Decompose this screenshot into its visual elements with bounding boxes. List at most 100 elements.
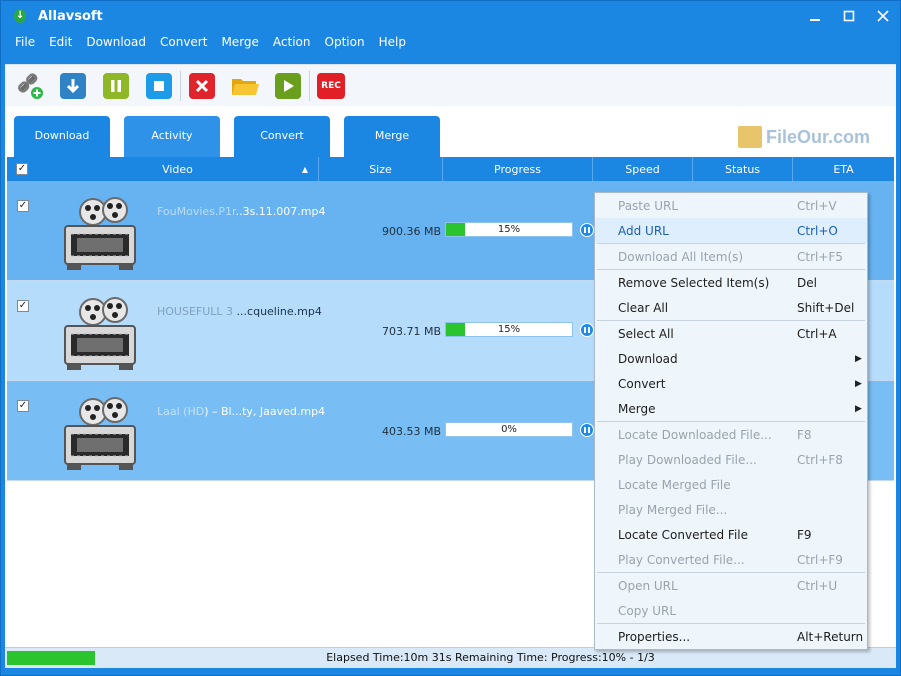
- column-status[interactable]: Status: [693, 157, 793, 181]
- toolbar-divider: [180, 70, 181, 101]
- video-thumbnail-icon: [64, 397, 136, 470]
- tab-download[interactable]: Download: [14, 116, 110, 161]
- context-menu-item-locate-converted-file[interactable]: Locate Converted File F9: [595, 522, 867, 547]
- pause-button[interactable]: [101, 71, 131, 101]
- menu-bar: File Edit Download Convert Merge Action …: [1, 32, 413, 54]
- delete-button[interactable]: [187, 71, 217, 101]
- file-name-visible: ) – Bl...ty, Jaaved.mp4: [204, 405, 326, 418]
- menu-edit[interactable]: Edit: [42, 32, 79, 54]
- minimize-icon: [810, 19, 820, 21]
- checkbox-check-icon: ✓: [18, 300, 28, 311]
- context-menu-item-open-url[interactable]: Open URL Ctrl+U: [595, 573, 867, 598]
- progress-text: 15%: [497, 224, 521, 235]
- menu-item-label: Properties...: [618, 629, 691, 644]
- menu-item-label: Locate Merged File: [618, 477, 731, 492]
- context-menu-item-download[interactable]: Download ▶: [595, 346, 867, 371]
- context-menu-item-download-all-item-s[interactable]: Download All Item(s) Ctrl+F5: [595, 244, 867, 269]
- menu-action[interactable]: Action: [266, 32, 318, 54]
- maximize-button[interactable]: [832, 1, 866, 31]
- close-button[interactable]: [866, 1, 900, 31]
- menu-file[interactable]: File: [1, 32, 42, 54]
- menu-item-label: Clear All: [618, 300, 669, 315]
- table-header: ✓ Video ▲ Size Progress Speed Status ETA: [7, 157, 894, 181]
- download-button[interactable]: [58, 71, 88, 101]
- column-progress[interactable]: Progress: [443, 157, 593, 181]
- context-menu-item-clear-all[interactable]: Clear All Shift+Del: [595, 295, 867, 320]
- row-checkbox[interactable]: ✓: [17, 300, 29, 312]
- menu-item-label: Download: [618, 351, 678, 366]
- video-thumbnail: [57, 390, 143, 476]
- menu-item-shortcut: Ctrl+A: [797, 326, 837, 341]
- menu-option[interactable]: Option: [318, 32, 372, 54]
- stop-icon: [146, 72, 172, 99]
- watermark-text: FileOur.com: [766, 126, 871, 147]
- open-folder-button[interactable]: [230, 71, 260, 101]
- menu-download[interactable]: Download: [79, 32, 153, 54]
- menu-convert[interactable]: Convert: [153, 32, 214, 54]
- context-menu-item-add-url[interactable]: Add URL Ctrl+O: [595, 218, 867, 243]
- row-pause-button[interactable]: [580, 423, 594, 437]
- video-thumbnail-icon: [64, 297, 136, 370]
- play-button[interactable]: [273, 71, 303, 101]
- context-menu-item-play-converted-file[interactable]: Play Converted File... Ctrl+F9: [595, 547, 867, 572]
- menu-item-shortcut: F8: [797, 427, 812, 442]
- delete-icon: [189, 72, 215, 99]
- tab-activity[interactable]: Activity: [124, 116, 220, 161]
- video-thumbnail-icon: [64, 197, 136, 270]
- file-name-blurred: Laal (HD: [157, 405, 205, 418]
- menu-item-label: Remove Selected Item(s): [618, 275, 770, 290]
- context-menu-item-convert[interactable]: Convert ▶: [595, 371, 867, 396]
- record-button[interactable]: REC: [316, 71, 346, 101]
- row-pause-button[interactable]: [580, 323, 594, 337]
- context-menu-item-select-all[interactable]: Select All Ctrl+A: [595, 321, 867, 346]
- select-all-checkbox[interactable]: ✓: [7, 157, 37, 181]
- watermark-box-icon: [738, 126, 762, 148]
- context-menu-item-play-merged-file[interactable]: Play Merged File...: [595, 497, 867, 522]
- minimize-button[interactable]: [798, 1, 832, 31]
- app-window: ↓ Allavsoft File Edit Download Convert M…: [0, 0, 901, 676]
- context-menu-item-paste-url[interactable]: Paste URL Ctrl+V: [595, 193, 867, 218]
- menu-item-label: Locate Downloaded File...: [618, 427, 772, 442]
- add-url-button[interactable]: [15, 71, 45, 101]
- menu-item-shortcut: F9: [797, 527, 812, 542]
- tab-convert[interactable]: Convert: [234, 116, 330, 161]
- tab-bar: Download Activity Convert Merge: [14, 116, 454, 161]
- menu-item-shortcut: Ctrl+V: [797, 198, 837, 213]
- stop-button[interactable]: [144, 71, 174, 101]
- row-checkbox[interactable]: ✓: [17, 400, 29, 412]
- context-menu-item-locate-merged-file[interactable]: Locate Merged File: [595, 472, 867, 497]
- progress-text: 0%: [501, 424, 517, 435]
- video-thumbnail: [57, 190, 143, 276]
- menu-item-label: Locate Converted File: [618, 527, 749, 542]
- context-menu-item-properties[interactable]: Properties... Alt+Return: [595, 624, 867, 649]
- column-video[interactable]: Video ▲: [37, 157, 319, 181]
- menu-item-label: Play Downloaded File...: [618, 452, 757, 467]
- row-checkbox[interactable]: ✓: [17, 200, 29, 212]
- progress-bar: 15%: [445, 322, 573, 337]
- row-pause-button[interactable]: [580, 223, 594, 237]
- column-speed[interactable]: Speed: [593, 157, 693, 181]
- app-logo-icon: ↓: [14, 9, 26, 23]
- progress-bar: 0%: [445, 422, 573, 437]
- context-menu-item-merge[interactable]: Merge ▶: [595, 396, 867, 421]
- progress-text: 15%: [497, 324, 521, 335]
- menu-item-shortcut: Shift+Del: [797, 300, 855, 315]
- pause-icon: [103, 72, 129, 99]
- menu-item-shortcut: Ctrl+F8: [797, 452, 843, 467]
- context-menu-item-play-downloaded-file[interactable]: Play Downloaded File... Ctrl+F8: [595, 447, 867, 472]
- menu-item-shortcut: Ctrl+F5: [797, 249, 843, 264]
- context-menu-item-locate-downloaded-file[interactable]: Locate Downloaded File... F8: [595, 422, 867, 447]
- column-eta[interactable]: ETA: [793, 157, 894, 181]
- video-thumbnail: [57, 290, 143, 376]
- file-name-visible: ...cqueline.mp4: [236, 305, 322, 318]
- menu-item-shortcut: Del: [797, 275, 817, 290]
- maximize-icon: [843, 10, 855, 22]
- tab-merge[interactable]: Merge: [344, 116, 440, 161]
- menu-item-shortcut: Ctrl+O: [797, 223, 838, 238]
- menu-help[interactable]: Help: [372, 32, 413, 54]
- column-size[interactable]: Size: [319, 157, 443, 181]
- record-icon: REC: [317, 72, 345, 99]
- menu-merge[interactable]: Merge: [214, 32, 265, 54]
- context-menu-item-remove-selected-item-s[interactable]: Remove Selected Item(s) Del: [595, 270, 867, 295]
- context-menu-item-copy-url[interactable]: Copy URL: [595, 598, 867, 623]
